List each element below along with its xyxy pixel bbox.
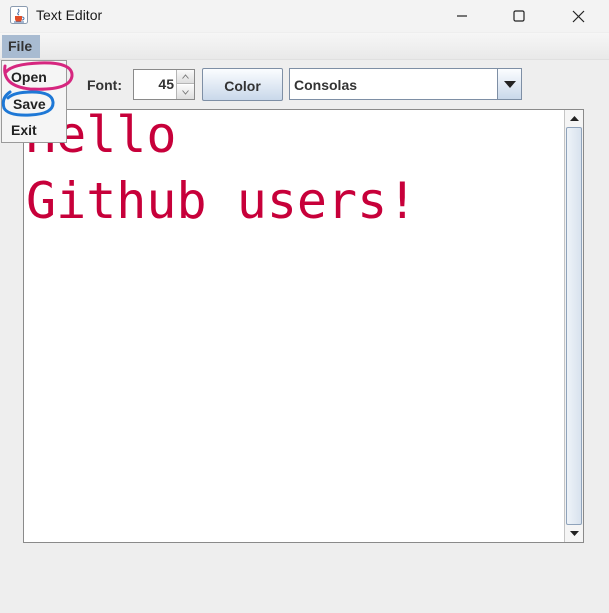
minimize-icon (457, 15, 467, 17)
menu-bar: File (0, 33, 609, 60)
font-family-select[interactable]: Consolas (289, 68, 522, 100)
font-size-spinner[interactable]: 45 (133, 69, 195, 100)
minimize-button[interactable] (432, 0, 492, 32)
title-bar[interactable]: Text Editor (0, 0, 609, 32)
menu-file[interactable]: File (2, 35, 40, 58)
scroll-down-button[interactable] (565, 525, 583, 542)
font-label: Font: (87, 77, 122, 93)
triangle-down-icon (569, 531, 579, 536)
chevron-down-icon (182, 89, 189, 95)
vertical-scrollbar[interactable] (564, 110, 583, 542)
editor-content[interactable]: Hello Github users! (26, 102, 417, 234)
editor-line-2: Github users! (26, 172, 418, 230)
triangle-up-icon (569, 116, 579, 121)
font-family-value: Consolas (294, 77, 358, 93)
java-cup-icon (10, 6, 28, 24)
menu-item-exit[interactable]: Exit (11, 122, 37, 138)
scroll-up-button[interactable] (565, 110, 583, 127)
close-icon (572, 10, 584, 22)
close-button[interactable] (548, 0, 608, 32)
font-size-value[interactable]: 45 (158, 76, 174, 92)
scroll-thumb[interactable] (566, 127, 582, 525)
chevron-up-icon (182, 74, 189, 79)
color-button[interactable]: Color (202, 68, 283, 101)
triangle-down-icon (503, 80, 516, 88)
maximize-button[interactable] (489, 0, 549, 32)
spinner-up-button[interactable] (177, 70, 194, 84)
maximize-icon (513, 10, 525, 22)
file-menu-dropdown: Open Save Exit (1, 60, 67, 143)
font-select-arrow-button[interactable] (497, 69, 521, 99)
window-title: Text Editor (36, 7, 103, 23)
menu-item-open[interactable]: Open (11, 69, 47, 85)
menu-item-save[interactable]: Save (13, 96, 46, 112)
text-area[interactable]: Hello Github users! (23, 106, 584, 543)
spinner-buttons (176, 70, 194, 99)
spinner-down-button[interactable] (177, 85, 194, 99)
